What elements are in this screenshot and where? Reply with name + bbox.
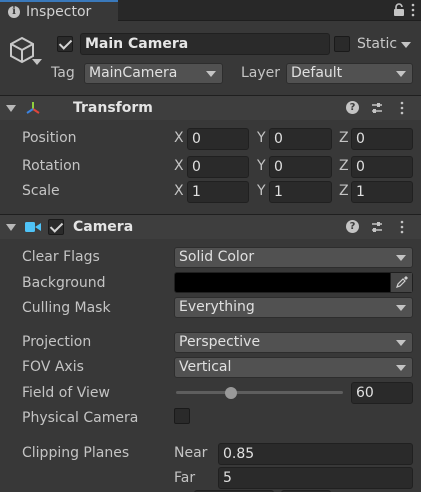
axis-y-label[interactable]: Y <box>257 158 266 174</box>
position-y-field[interactable]: 0 <box>269 128 332 150</box>
eyedropper-button[interactable] <box>390 273 412 292</box>
static-dropdown-arrow-icon[interactable] <box>401 42 411 48</box>
position-x-field[interactable]: 0 <box>187 128 249 150</box>
layer-dropdown-value: Default <box>291 65 343 81</box>
fov-value-field[interactable]: 60 <box>351 382 413 404</box>
scale-z-field[interactable]: 1 <box>351 181 413 203</box>
lock-icon[interactable] <box>392 3 406 17</box>
tab-inspector[interactable]: i Inspector <box>0 0 118 21</box>
axis-y-label[interactable]: Y <box>257 130 266 146</box>
tab-bar: i Inspector <box>0 0 421 21</box>
fov-label: Field of View <box>22 385 110 401</box>
culling-mask-dropdown[interactable]: Everything <box>174 297 413 318</box>
physical-camera-checkbox[interactable] <box>174 408 190 424</box>
position-z-field[interactable]: 0 <box>351 128 413 150</box>
presets-icon[interactable] <box>370 101 384 115</box>
background-label: Background <box>22 275 106 291</box>
projection-value: Perspective <box>179 334 261 350</box>
background-color-field[interactable] <box>174 272 413 293</box>
window-menu-icon[interactable] <box>410 3 416 17</box>
chevron-down-icon <box>206 71 216 77</box>
context-menu-icon[interactable] <box>399 220 405 234</box>
chevron-down-icon <box>396 305 406 311</box>
culling-mask-value: Everything <box>179 299 255 315</box>
camera-header[interactable]: Camera ? <box>0 215 421 239</box>
clear-flags-dropdown[interactable]: Solid Color <box>174 247 413 268</box>
fov-slider-track[interactable] <box>176 391 343 394</box>
scale-label: Scale <box>22 183 60 199</box>
help-icon[interactable]: ? <box>346 101 359 114</box>
object-name-input[interactable]: Main Camera <box>80 33 330 55</box>
clipping-planes-label: Clipping Planes <box>22 445 130 461</box>
tag-label: Tag <box>51 65 75 81</box>
fov-slider-handle[interactable] <box>225 387 238 399</box>
info-icon: i <box>8 5 20 18</box>
camera-enabled-checkbox[interactable] <box>48 219 64 235</box>
chevron-down-icon <box>396 255 406 261</box>
foldout-arrow-icon[interactable] <box>6 224 16 231</box>
static-checkbox[interactable] <box>334 36 350 52</box>
help-icon[interactable]: ? <box>346 220 359 233</box>
layer-label: Layer <box>241 65 281 81</box>
axis-y-label[interactable]: Y <box>257 183 266 199</box>
fov-axis-dropdown[interactable]: Vertical <box>174 357 413 378</box>
clear-flags-label: Clear Flags <box>22 249 100 265</box>
near-label[interactable]: Near <box>174 445 207 461</box>
axis-z-label[interactable]: Z <box>339 130 349 146</box>
active-checkbox[interactable] <box>57 36 73 52</box>
fov-axis-label: FOV Axis <box>22 359 84 375</box>
axis-x-label[interactable]: X <box>174 183 184 199</box>
position-label: Position <box>22 130 77 146</box>
icon-dropdown-arrow-icon[interactable] <box>32 59 42 65</box>
chevron-down-icon <box>396 340 406 346</box>
scale-x-field[interactable]: 1 <box>187 181 249 203</box>
transform-axes-icon <box>26 102 40 114</box>
chevron-down-icon <box>396 365 406 371</box>
culling-mask-label: Culling Mask <box>22 300 111 316</box>
transform-header[interactable]: Transform ? <box>0 96 421 120</box>
near-field[interactable]: 0.85 <box>218 443 413 465</box>
transform-title: Transform <box>73 100 153 116</box>
presets-icon[interactable] <box>370 220 384 234</box>
axis-z-label[interactable]: Z <box>339 158 349 174</box>
axis-x-label[interactable]: X <box>174 158 184 174</box>
projection-dropdown[interactable]: Perspective <box>174 332 413 353</box>
camera-title: Camera <box>73 219 134 235</box>
rotation-y-field[interactable]: 0 <box>269 156 332 178</box>
camera-icon <box>25 222 41 232</box>
clear-flags-value: Solid Color <box>179 249 255 265</box>
tab-inspector-label: Inspector <box>26 3 92 20</box>
context-menu-icon[interactable] <box>399 101 405 115</box>
axis-z-label[interactable]: Z <box>339 183 349 199</box>
physical-camera-label: Physical Camera <box>22 410 139 426</box>
foldout-arrow-icon[interactable] <box>6 105 16 112</box>
projection-label: Projection <box>22 334 92 350</box>
tag-dropdown-value: MainCamera <box>89 65 178 81</box>
rotation-label: Rotation <box>22 158 81 174</box>
rotation-z-field[interactable]: 0 <box>351 156 413 178</box>
far-label[interactable]: Far <box>174 470 195 486</box>
scale-y-field[interactable]: 1 <box>269 181 332 203</box>
static-label[interactable]: Static <box>357 36 397 52</box>
layer-dropdown[interactable]: Default <box>286 63 413 84</box>
fov-axis-value: Vertical <box>179 359 232 375</box>
tag-dropdown[interactable]: MainCamera <box>84 63 223 84</box>
chevron-down-icon <box>396 71 406 77</box>
eyedropper-icon <box>396 276 408 288</box>
axis-x-label[interactable]: X <box>174 130 184 146</box>
rotation-x-field[interactable]: 0 <box>187 156 249 178</box>
far-field[interactable]: 5 <box>218 467 413 489</box>
